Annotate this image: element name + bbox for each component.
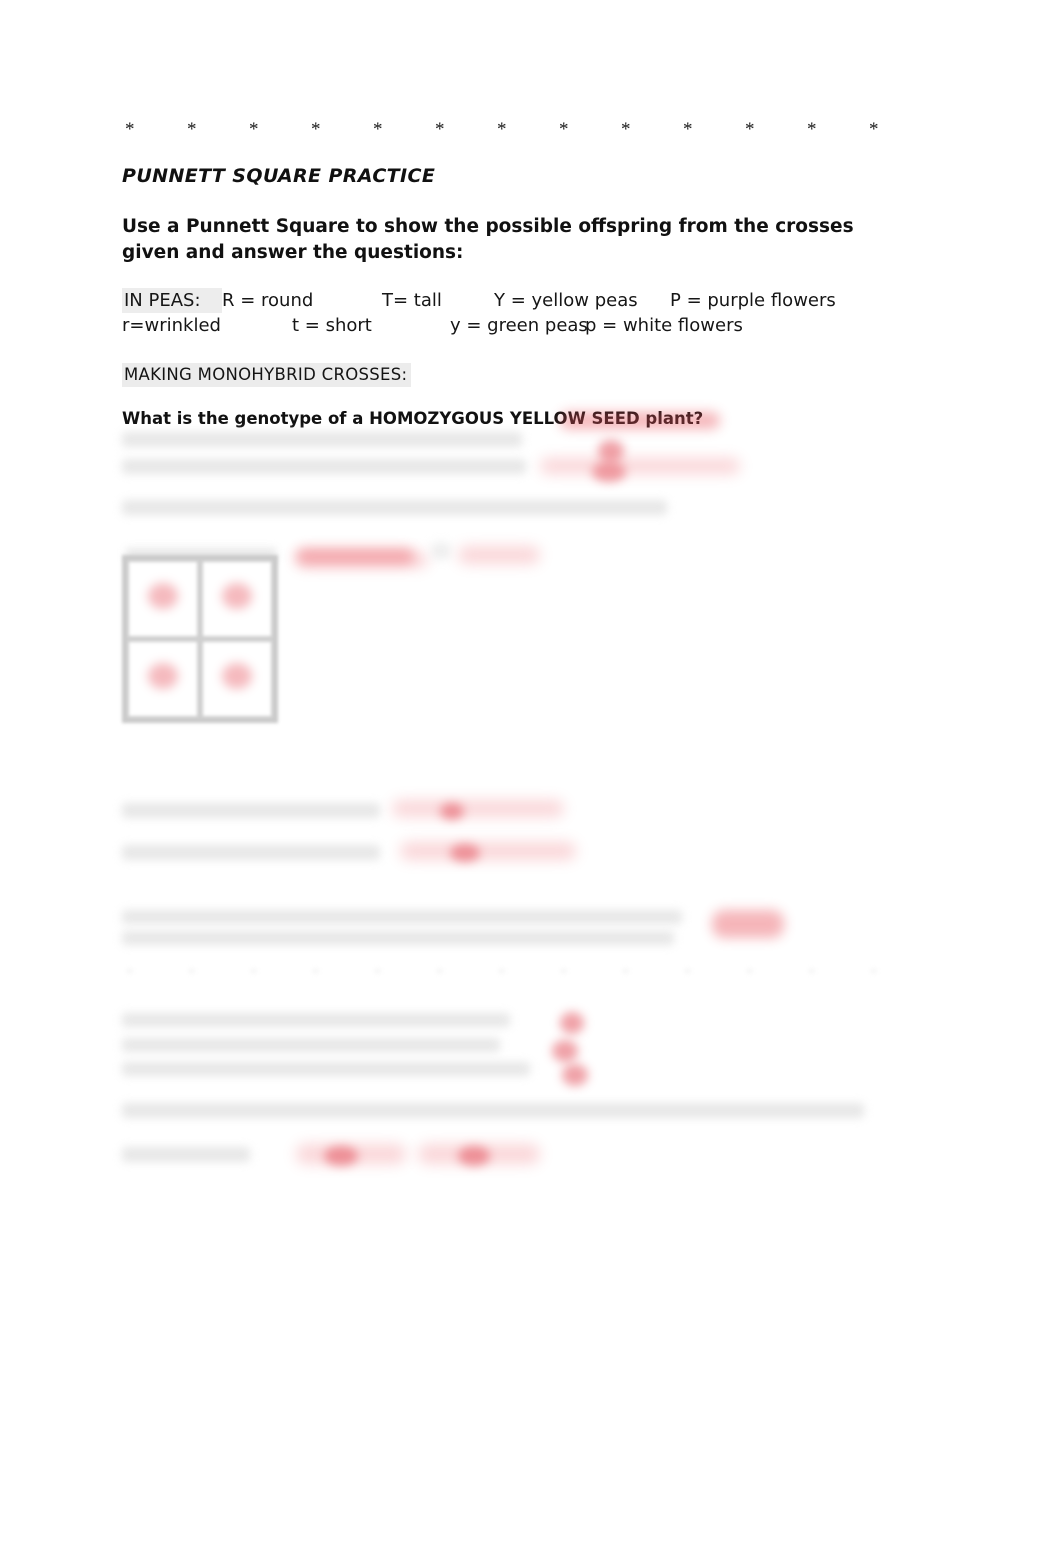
divider-asterisk: *	[435, 964, 445, 985]
redacted-text-line	[122, 500, 667, 515]
handwritten-genotype	[222, 583, 252, 610]
trait-height-dominant: T= tall	[382, 290, 442, 311]
handwritten-annotation	[560, 1012, 584, 1034]
redacted-text-line	[122, 1062, 530, 1076]
trait-flower-recessive: p = white flowers	[585, 315, 743, 336]
instructions-text: Use a Punnett Square to show the possibl…	[122, 216, 854, 263]
trait-key-row-dominant: IN PEAS: R = round T= tall Y = yellow pe…	[122, 288, 922, 313]
handwritten-annotation	[296, 1144, 406, 1164]
trait-flower-dominant: P = purple flowers	[670, 290, 836, 311]
divider-asterisk: *	[807, 119, 817, 140]
divider-asterisk: *	[373, 964, 383, 985]
handwritten-annotation	[400, 842, 576, 860]
handwritten-annotation	[458, 546, 540, 564]
divider-asterisk: *	[621, 964, 631, 985]
redacted-text-line	[122, 432, 522, 447]
divider-asterisk: *	[249, 119, 259, 140]
handwritten-annotation	[296, 548, 414, 564]
redacted-text-line	[122, 459, 526, 474]
handwritten-annotation	[552, 1040, 578, 1062]
divider-asterisk: *	[125, 964, 135, 985]
handwritten-annotation	[392, 800, 564, 817]
question-genotype-homozygous-yellow: What is the genotype of a HOMOZYGOUS YEL…	[122, 409, 704, 428]
handwritten-genotype	[148, 583, 178, 610]
divider-asterisk: *	[497, 964, 507, 985]
divider-asterisk: *	[559, 964, 569, 985]
divider-asterisk: *	[187, 964, 197, 985]
redacted-text-line	[122, 845, 380, 860]
handwritten-annotation	[296, 552, 428, 568]
divider-asterisk: *	[869, 119, 879, 140]
divider-asterisk: *	[435, 119, 445, 140]
punnett-cell[interactable]	[126, 559, 200, 639]
divider-asterisk: *	[869, 964, 879, 985]
divider-asterisk: *	[745, 964, 755, 985]
handwritten-annotation	[324, 1146, 358, 1166]
trait-key-block: IN PEAS: R = round T= tall Y = yellow pe…	[122, 288, 922, 338]
divider-asterisk: *	[621, 119, 631, 140]
handwritten-genotype	[148, 663, 178, 690]
punnett-cell[interactable]	[126, 639, 200, 719]
redacted-text-line	[432, 543, 450, 559]
redacted-text-line	[122, 1038, 500, 1052]
handwritten-annotation	[418, 1144, 540, 1164]
trait-key-label: IN PEAS:	[122, 288, 222, 313]
handwritten-annotation	[458, 1146, 490, 1166]
divider-asterisk: *	[311, 964, 321, 985]
divider-asterisk: *	[559, 119, 569, 140]
trait-round-recessive: r=wrinkled	[122, 315, 221, 336]
redacted-text-line	[122, 1103, 864, 1118]
divider-asterisks-top: * * * * * * * * * * * * *	[125, 120, 931, 139]
punnett-square-grid[interactable]	[122, 555, 278, 723]
redacted-text-line	[122, 1147, 250, 1162]
divider-asterisks-bottom: * * * * * * * * * * * * *	[125, 965, 931, 984]
redacted-text-line	[122, 803, 380, 818]
punnett-cell[interactable]	[200, 559, 274, 639]
section-heading-monohybrid: MAKING MONOHYBRID CROSSES:	[122, 363, 412, 387]
handwritten-annotation	[450, 844, 480, 862]
divider-asterisk: *	[373, 119, 383, 140]
divider-asterisk: *	[311, 119, 321, 140]
handwritten-annotation	[440, 803, 464, 820]
trait-seed-dominant: Y = yellow peas	[494, 290, 638, 311]
divider-asterisk: *	[125, 119, 135, 140]
trait-round-dominant: R = round	[222, 290, 314, 311]
redacted-text-line	[122, 931, 674, 945]
document-page: * * * * * * * * * * * * * PUNNETT SQUARE…	[0, 0, 1062, 1556]
divider-asterisk: *	[807, 964, 817, 985]
handwritten-genotype	[222, 663, 252, 690]
trait-seed-recessive: y = green peas	[450, 315, 588, 336]
trait-height-recessive: t = short	[292, 315, 372, 336]
divider-asterisk: *	[187, 119, 197, 140]
handwritten-annotation	[562, 1064, 588, 1086]
divider-asterisk: *	[683, 119, 693, 140]
divider-asterisk: *	[745, 119, 755, 140]
divider-asterisk: *	[249, 964, 259, 985]
redacted-text-line	[122, 1013, 510, 1027]
handwritten-annotation	[598, 440, 624, 462]
trait-key-row-recessive: r=wrinkled t = short y = green peas p = …	[122, 313, 922, 338]
divider-asterisk: *	[497, 119, 507, 140]
divider-asterisk: *	[683, 964, 693, 985]
page-title: PUNNETT SQUARE PRACTICE	[122, 165, 436, 187]
redacted-text-line	[122, 910, 682, 924]
handwritten-annotation	[540, 458, 740, 474]
handwritten-annotation	[592, 462, 626, 482]
punnett-cell[interactable]	[200, 639, 274, 719]
handwritten-annotation	[712, 910, 784, 938]
